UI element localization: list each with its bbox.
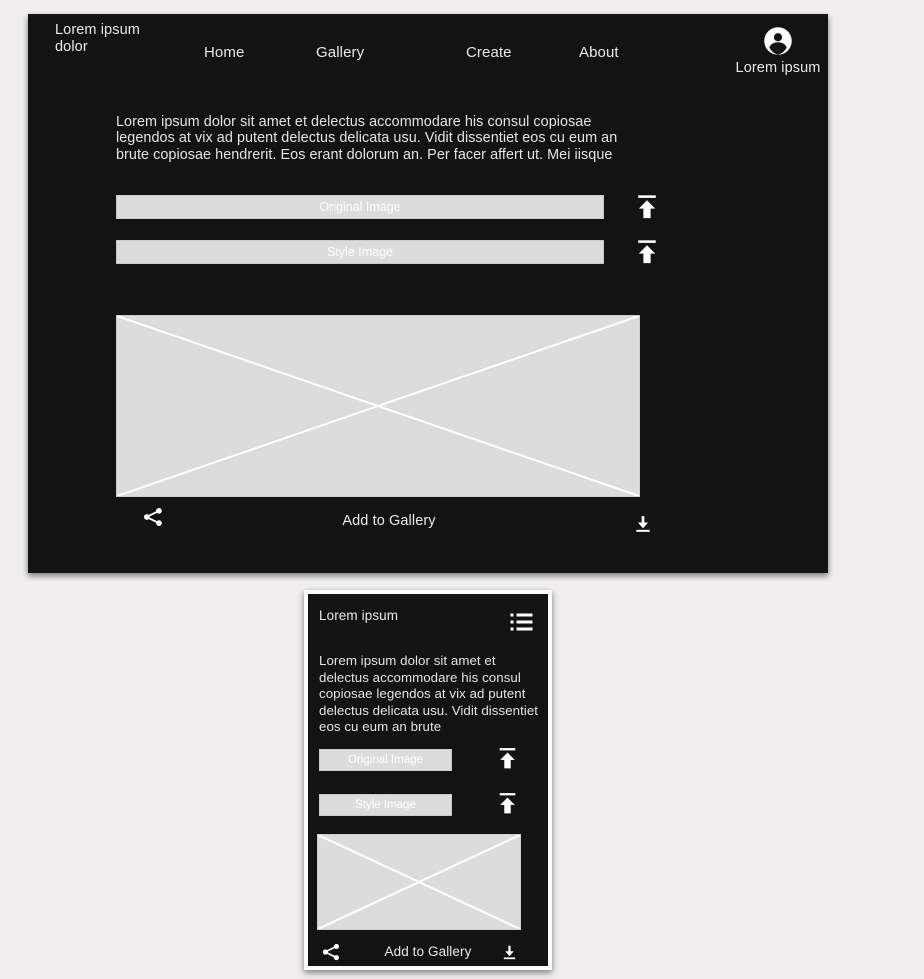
style-image-field[interactable]: Style Image — [116, 240, 604, 264]
placeholder-cross-icon — [117, 316, 639, 496]
download-icon[interactable] — [633, 514, 653, 534]
mobile-upload-icon-style[interactable] — [495, 791, 520, 816]
mobile-preview-panel: Lorem ipsum Lorem ipsum dolor sit amet e… — [304, 590, 552, 970]
upload-row-style: Style Image — [116, 240, 661, 264]
upload-icon-style[interactable] — [633, 238, 661, 266]
intro-paragraph: Lorem ipsum dolor sit amet et delectus a… — [116, 114, 618, 164]
nav-link-about[interactable]: About — [579, 44, 619, 62]
nav-link-home[interactable]: Home — [204, 44, 244, 62]
upload-row-original: Original Image — [116, 195, 661, 219]
mobile-intro-paragraph: Lorem ipsum dolor sit amet et delectus a… — [319, 653, 539, 735]
mobile-style-image-field[interactable]: Style Image — [319, 794, 452, 816]
image-placeholder[interactable] — [116, 315, 640, 497]
original-image-field[interactable]: Original Image — [116, 195, 604, 219]
mobile-original-image-field[interactable]: Original Image — [319, 749, 452, 771]
mobile-image-placeholder[interactable] — [317, 834, 521, 930]
mobile-upload-row-style: Style Image — [319, 791, 535, 816]
desktop-preview-panel: Lorem ipsum dolor Home Gallery Create Ab… — [28, 14, 828, 573]
mobile-upload-icon-original[interactable] — [495, 746, 520, 771]
add-to-gallery-button[interactable]: Add to Gallery — [116, 513, 662, 529]
desktop-navbar: Lorem ipsum dolor Home Gallery Create Ab… — [28, 14, 828, 110]
account-button[interactable]: Lorem ipsum — [718, 26, 828, 77]
mobile-upload-row-original: Original Image — [319, 746, 535, 771]
upload-icon-original[interactable] — [633, 193, 661, 221]
account-circle-icon — [764, 27, 792, 55]
brand-title: Lorem ipsum dolor — [55, 22, 140, 55]
list-menu-icon[interactable] — [509, 612, 534, 632]
account-name-label: Lorem ipsum — [735, 60, 821, 76]
mobile-action-bar: Add to Gallery — [308, 939, 548, 965]
mobile-header: Lorem ipsum — [308, 594, 548, 644]
placeholder-cross-icon — [318, 835, 520, 929]
action-bar: Add to Gallery — [116, 506, 662, 542]
nav-link-create[interactable]: Create — [466, 44, 512, 62]
mobile-brand-title: Lorem ipsum — [319, 608, 399, 623]
nav-link-gallery[interactable]: Gallery — [316, 44, 364, 62]
download-icon[interactable] — [501, 944, 518, 961]
